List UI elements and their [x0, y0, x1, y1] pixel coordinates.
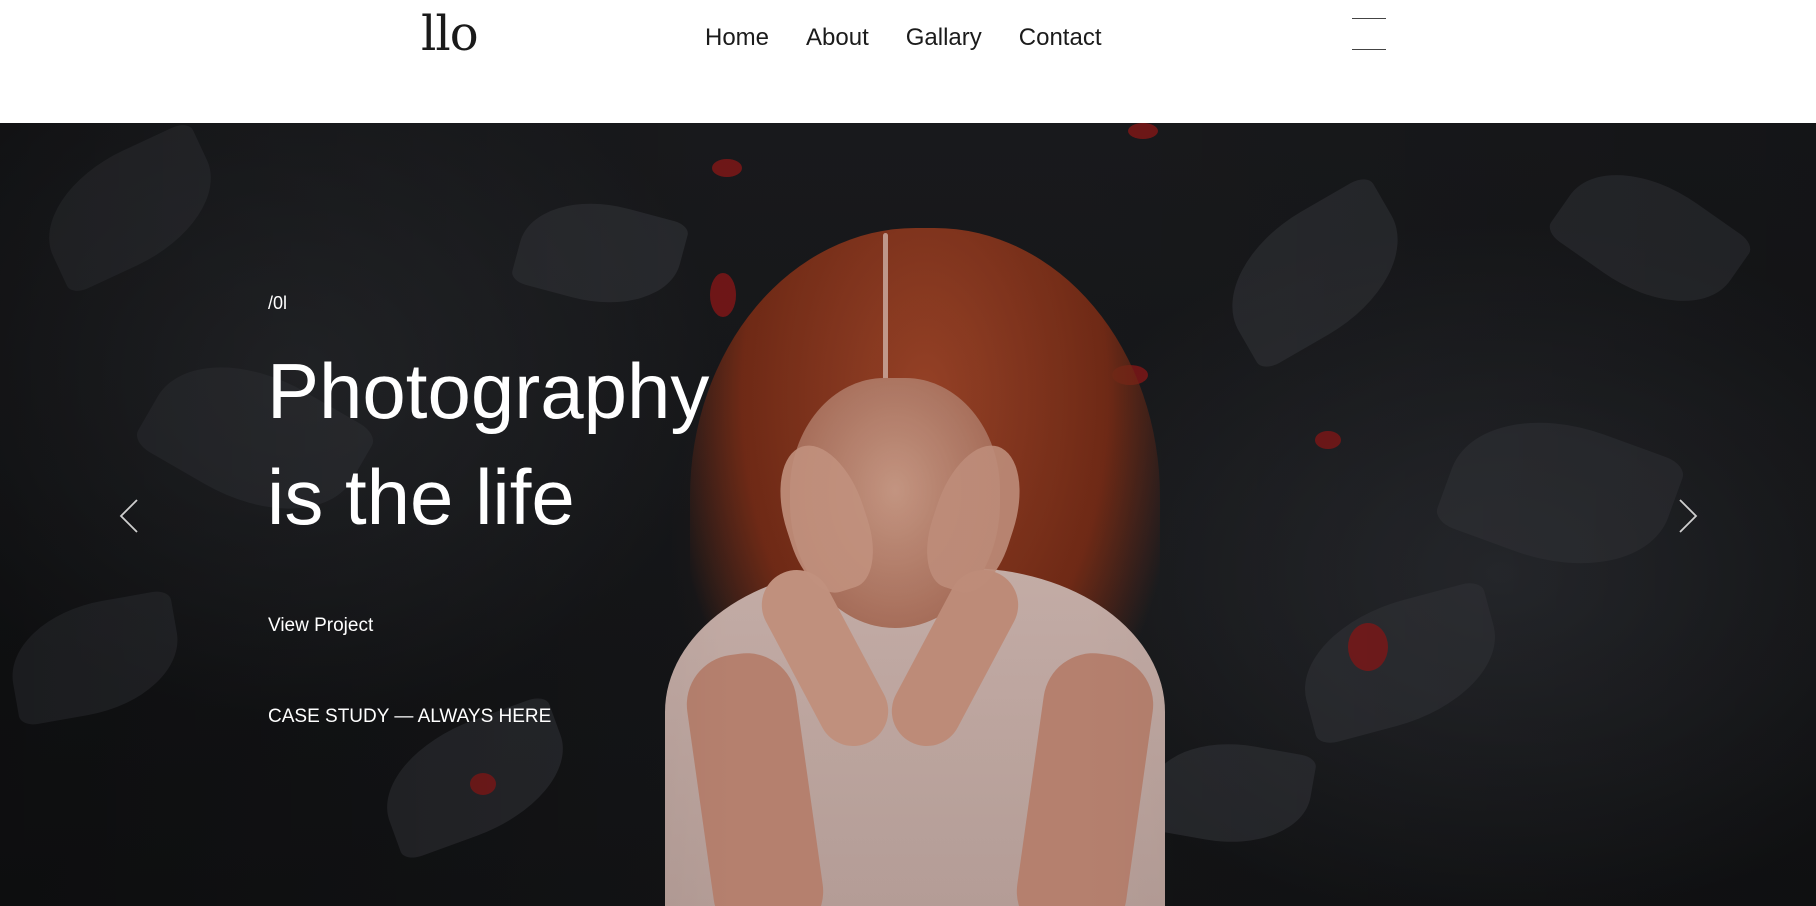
nav-contact[interactable]: Contact: [1019, 24, 1102, 52]
menu-line-bottom: [1352, 49, 1386, 50]
hero-headline: Photography is the life: [267, 338, 709, 550]
hero-headline-line1: Photography: [267, 347, 710, 435]
view-project-link[interactable]: View Project: [268, 615, 373, 637]
logo[interactable]: llo: [421, 10, 479, 58]
slide-number: /0l: [268, 293, 288, 313]
menu-line-top: [1352, 18, 1386, 19]
nav-about[interactable]: About: [806, 24, 869, 52]
nav-gallary[interactable]: Gallary: [906, 24, 982, 52]
chevron-left-icon[interactable]: [113, 496, 147, 536]
nav-home[interactable]: Home: [705, 24, 769, 52]
hero-headline-line2: is the life: [267, 453, 575, 541]
site-header: llo Home About Gallary Contact: [0, 0, 1816, 123]
hero-slider: /0l Photography is the life View Project…: [0, 123, 1816, 906]
main-nav: Home About Gallary Contact: [705, 24, 1102, 52]
chevron-right-icon[interactable]: [1670, 496, 1704, 536]
case-study-caption: CASE STUDY — ALWAYS HERE: [268, 706, 552, 727]
hamburger-icon[interactable]: [1352, 18, 1386, 51]
